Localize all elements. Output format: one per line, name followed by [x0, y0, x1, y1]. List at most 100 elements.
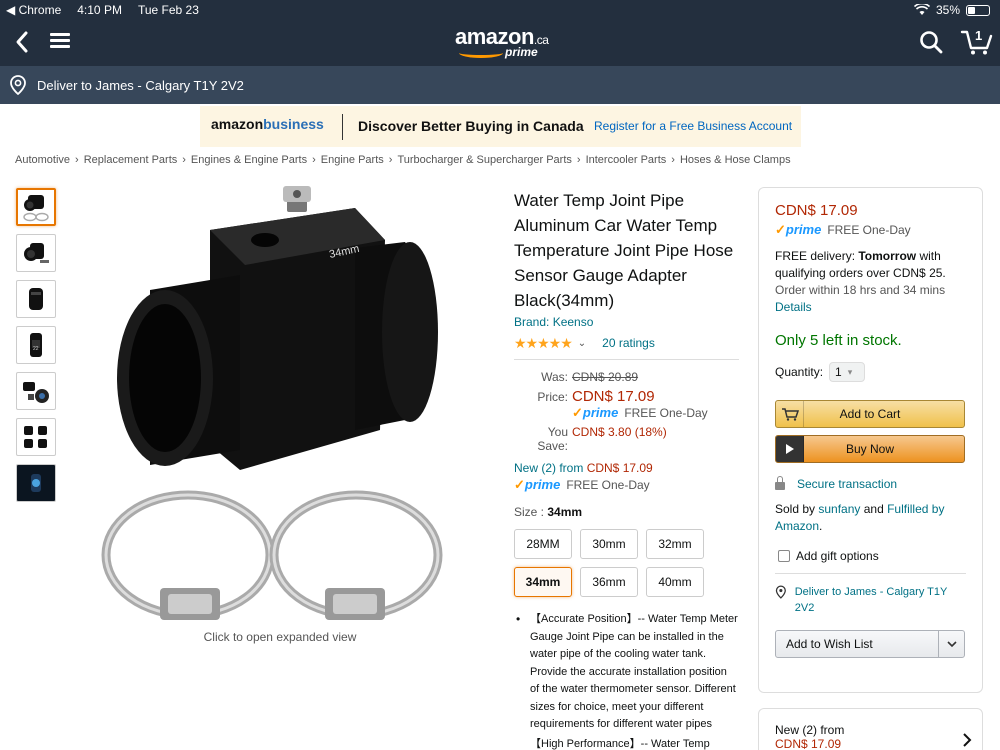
- feature-bullet: • 【Accurate Position】-- Water Temp Meter…: [514, 611, 739, 750]
- buy-box: CDN$ 17.09 ✓prime FREE One-Day FREE deli…: [758, 187, 983, 693]
- quantity-select[interactable]: 1 ▾: [829, 362, 866, 382]
- new-offers-box[interactable]: New (2) from CDN$ 17.09: [758, 708, 983, 750]
- delivery-info: FREE delivery: Tomorrow with qualifying …: [775, 249, 946, 314]
- size-option-button[interactable]: 40mm: [646, 567, 704, 597]
- breadcrumb-separator-icon: ›: [75, 154, 79, 166]
- size-label: Size : 34mm: [514, 505, 583, 519]
- status-bar: ◀ Chrome 4:10 PM Tue Feb 23 35%: [0, 0, 1000, 20]
- current-price: CDN$ 17.09: [572, 388, 655, 405]
- size-option-button[interactable]: 36mm: [580, 567, 638, 597]
- one-day-text: FREE One-Day: [827, 223, 911, 237]
- buybox-price: CDN$ 17.09: [775, 202, 858, 219]
- thumbnail-6[interactable]: [16, 418, 56, 456]
- status-date: Tue Feb 23: [137, 3, 199, 17]
- breadcrumb-link[interactable]: Intercooler Parts: [586, 154, 667, 166]
- size-options: 28MM 30mm 32mm 34mm 36mm 40mm: [514, 529, 739, 597]
- status-time: 4:10 PM: [77, 3, 122, 17]
- sold-by: Sold by sunfany and Fulfilled by Amazon.: [775, 502, 945, 533]
- size-option-button[interactable]: 28MM: [514, 529, 572, 559]
- new-offers-price: CDN$ 17.09: [775, 737, 842, 750]
- new-from-link[interactable]: New (2) from CDN$ 17.09: [514, 461, 739, 475]
- breadcrumb-separator-icon: ›: [312, 154, 316, 166]
- cart-button[interactable]: 1: [960, 26, 994, 56]
- quantity-row: Quantity: 1 ▾: [775, 362, 966, 382]
- breadcrumb-separator-icon: ›: [671, 154, 675, 166]
- size-option-button[interactable]: 34mm: [514, 567, 572, 597]
- hamburger-menu-icon[interactable]: [50, 30, 70, 52]
- product-info: Water Temp Joint Pipe Aluminum Car Water…: [514, 188, 739, 750]
- thumbnail-3[interactable]: [16, 280, 56, 318]
- location-pin-icon: [775, 585, 786, 599]
- search-icon[interactable]: [918, 29, 944, 55]
- feature-text-next: 【High Performance】-- Water Temp: [530, 737, 710, 750]
- cart-count: 1: [975, 28, 983, 43]
- back-arrow-icon[interactable]: [10, 28, 34, 56]
- chevron-right-icon: [963, 733, 972, 747]
- one-day-text: FREE One-Day: [624, 406, 708, 420]
- breadcrumb-separator-icon: ›: [182, 154, 186, 166]
- price-block: Was: CDN$ 20.89 Price: CDN$ 17.09 ✓prime…: [514, 370, 739, 453]
- chevron-down-icon: ⌄: [577, 337, 587, 349]
- thumbnail-7[interactable]: [16, 464, 56, 502]
- breadcrumb-link[interactable]: Engine Parts: [321, 154, 384, 166]
- gift-checkbox[interactable]: [778, 550, 790, 562]
- breadcrumb-link[interactable]: Turbocharger & Supercharger Parts: [397, 154, 571, 166]
- logo-prime: prime: [505, 45, 538, 59]
- chevron-down-icon: ▾: [847, 366, 853, 377]
- breadcrumb-link[interactable]: Hoses & Hose Clamps: [680, 154, 791, 166]
- prime-badge-icon: ✓prime: [514, 477, 561, 492]
- bullet-icon: •: [516, 612, 521, 626]
- banner-divider: [342, 114, 343, 140]
- main-product-image[interactable]: 34mm: [80, 180, 480, 630]
- secure-transaction-link[interactable]: Secure transaction: [775, 476, 966, 491]
- feature-text: 【Accurate Position】-- Water Temp Meter G…: [530, 613, 738, 730]
- gift-options[interactable]: Add gift options: [775, 549, 966, 563]
- size-option-button[interactable]: 32mm: [646, 529, 704, 559]
- deliver-text: Deliver to James - Calgary T1Y 2V2: [37, 78, 244, 93]
- thumbnail-1[interactable]: [16, 188, 56, 226]
- thumbnail-4[interactable]: 22: [16, 326, 56, 364]
- buy-now-button[interactable]: Buy Now: [775, 435, 965, 463]
- top-nav: amazon.ca prime 1: [0, 20, 1000, 66]
- thumbnail-5[interactable]: [16, 372, 56, 410]
- seller-link[interactable]: sunfany: [818, 502, 860, 516]
- one-day-text: FREE One-Day: [566, 478, 650, 492]
- add-to-wishlist-button[interactable]: Add to Wish List: [775, 630, 965, 658]
- save-label: You Save:: [537, 425, 568, 453]
- battery-icon: [966, 4, 990, 16]
- prime-badge-icon: ✓prime: [572, 405, 619, 420]
- expand-hint: Click to open expanded view: [203, 630, 357, 644]
- amazon-logo[interactable]: amazon.ca prime: [455, 24, 550, 62]
- rating-row[interactable]: ★★★★★ ⌄ 20 ratings: [514, 335, 739, 351]
- breadcrumb-link[interactable]: Replacement Parts: [84, 154, 178, 166]
- add-to-cart-button[interactable]: Add to Cart: [775, 400, 965, 428]
- thumbnail-2[interactable]: [16, 234, 56, 272]
- breadcrumb-link[interactable]: Automotive: [15, 154, 70, 166]
- amazon-business-logo: amazonbusiness: [211, 116, 324, 132]
- size-option-button[interactable]: 30mm: [580, 529, 638, 559]
- buybox-deliver-link[interactable]: Deliver to James - Calgary T1Y 2V2: [775, 584, 966, 616]
- status-app[interactable]: ◀ Chrome: [6, 3, 61, 17]
- quantity-label: Quantity:: [775, 365, 824, 379]
- chevron-down-icon[interactable]: [938, 631, 964, 657]
- was-price: CDN$ 20.89: [572, 370, 639, 384]
- ratings-link[interactable]: 20 ratings: [602, 336, 655, 350]
- details-link[interactable]: Details: [775, 300, 812, 314]
- breadcrumb-link[interactable]: Engines & Engine Parts: [191, 154, 307, 166]
- cart-icon: [776, 401, 804, 427]
- order-within: Order within 18 hrs and 34 mins: [775, 283, 946, 297]
- brand-link[interactable]: Brand: Keenso: [514, 315, 739, 329]
- battery-percent: 35%: [935, 3, 960, 17]
- business-banner[interactable]: amazonbusiness Discover Better Buying in…: [200, 106, 801, 147]
- star-rating-icon: ★★★★★: [514, 334, 573, 351]
- was-label: Was:: [541, 370, 568, 384]
- lock-icon: [775, 476, 785, 490]
- thumbnail-list: 22: [16, 188, 56, 510]
- wifi-icon: [913, 4, 930, 15]
- play-icon: [776, 436, 804, 462]
- deliver-bar[interactable]: Deliver to James - Calgary T1Y 2V2: [0, 66, 1000, 104]
- prime-badge-icon: ✓prime: [775, 222, 822, 237]
- register-link[interactable]: Register for a Free Business Account: [594, 119, 792, 133]
- breadcrumb-separator-icon: ›: [388, 154, 393, 166]
- svg-text:22: 22: [33, 346, 39, 352]
